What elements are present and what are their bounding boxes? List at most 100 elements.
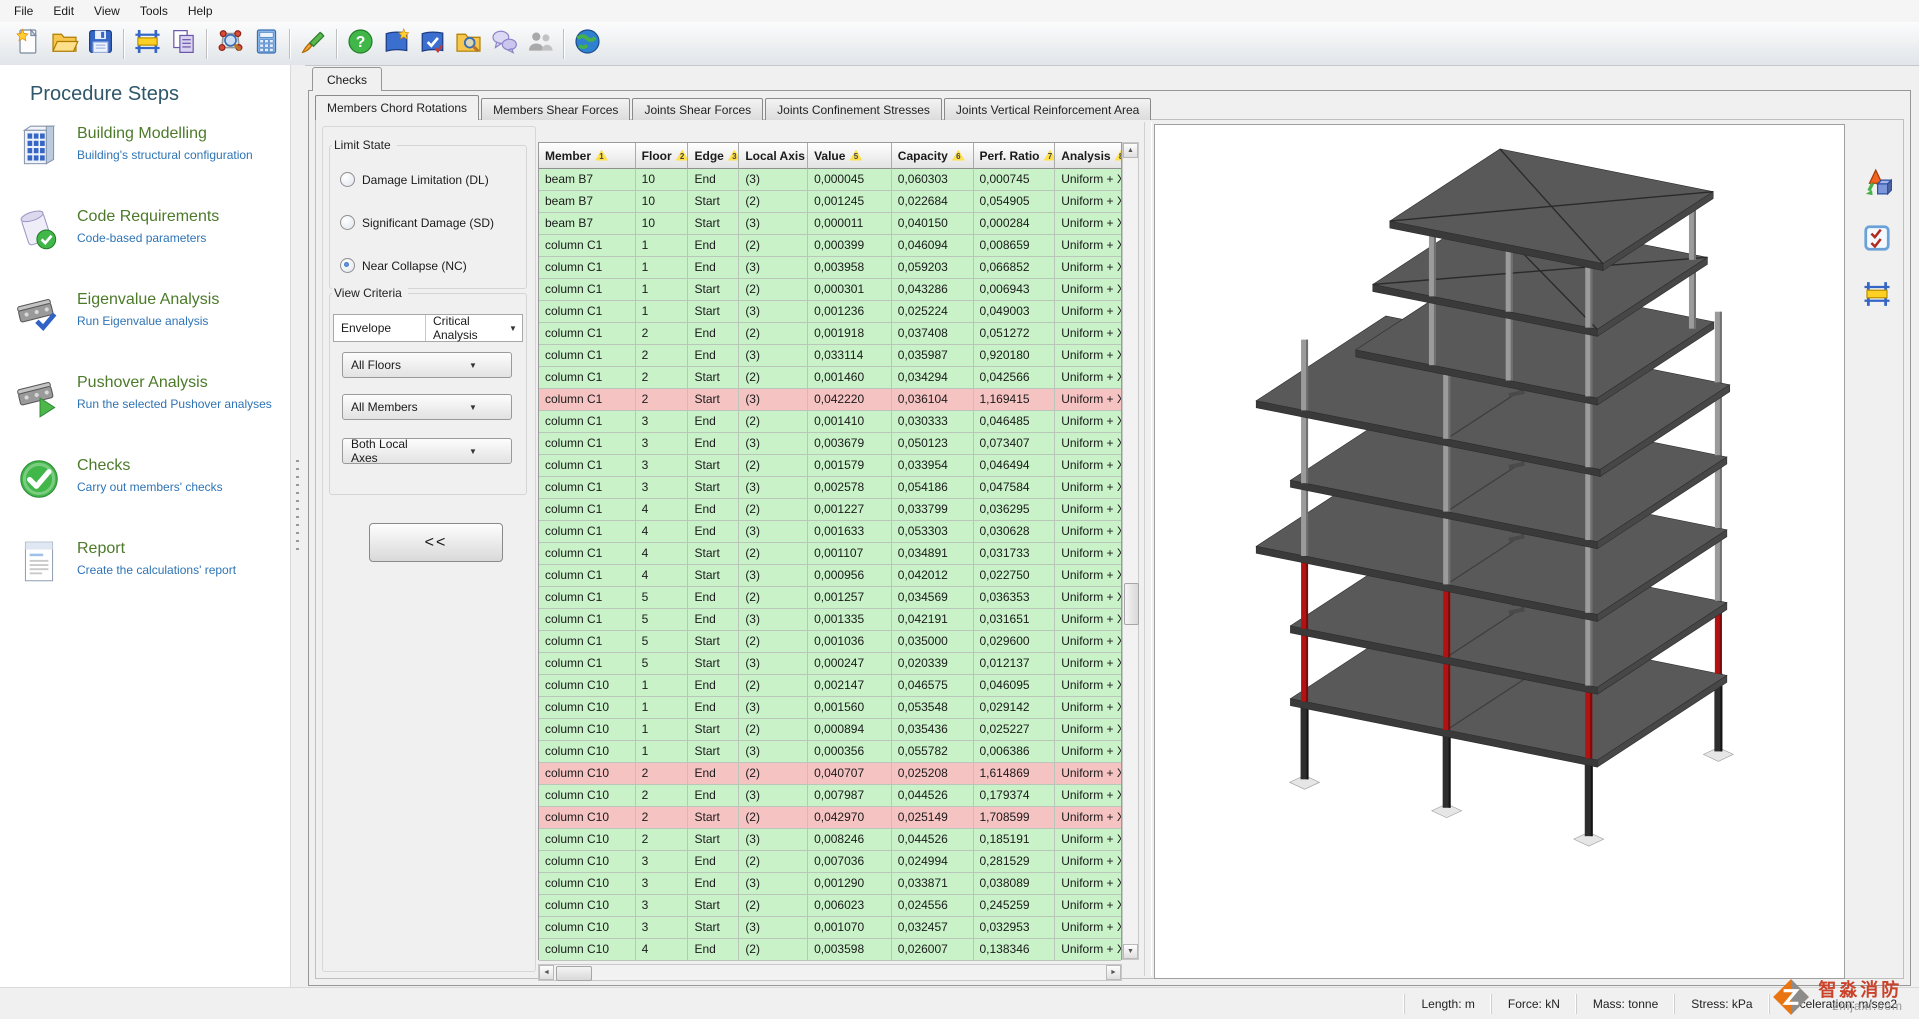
floors-dropdown[interactable]: All Floors ▼ xyxy=(342,352,512,378)
table-row[interactable]: column C10 2 Start (3) 0,008246 0,044526 0,185… xyxy=(539,829,1121,851)
column-header-value[interactable]: Value 5 xyxy=(808,143,892,169)
sidebar-item-code-requirements[interactable]: Code Requirements Code-based parameters xyxy=(14,205,290,255)
table-row[interactable]: column C1 2 Start (2) 0,001460 0,034294 0,0425… xyxy=(539,367,1121,389)
table-row[interactable]: beam B7 10 Start (2) 0,001245 0,022684 0,05490… xyxy=(539,191,1121,213)
table-row[interactable]: column C1 4 Start (3) 0,000956 0,042012 0,0227… xyxy=(539,565,1121,587)
table-row[interactable]: column C1 2 End (2) 0,001918 0,037408 0,051272… xyxy=(539,323,1121,345)
table-row[interactable]: column C10 1 End (3) 0,001560 0,053548 0,02914… xyxy=(539,697,1121,719)
table-row[interactable]: column C10 2 End (3) 0,007987 0,044526 0,17937… xyxy=(539,785,1121,807)
radio-significant-damage-sd[interactable]: Significant Damage (SD) xyxy=(340,215,494,230)
column-header-capacity[interactable]: Capacity 6 xyxy=(891,143,974,169)
building-member-button[interactable] xyxy=(129,26,165,62)
table-row[interactable]: column C1 1 End (3) 0,003958 0,059203 0,066852… xyxy=(539,257,1121,279)
table-row[interactable]: column C1 1 End (2) 0,000399 0,046094 0,008659… xyxy=(539,235,1121,257)
table-vertical-scrollbar[interactable]: ▲ ▼ xyxy=(1122,142,1139,960)
menu-view[interactable]: View xyxy=(84,1,130,21)
table-row[interactable]: column C10 1 End (2) 0,002147 0,046575 0,04609… xyxy=(539,675,1121,697)
sidebar-item-report[interactable]: Report Create the calculations' report xyxy=(14,537,290,587)
model-viewer-button[interactable] xyxy=(212,26,248,62)
tutorial-book-button[interactable] xyxy=(378,26,414,62)
subtab-joints-vertical-reinforcement-area[interactable]: Joints Vertical Reinforcement Area xyxy=(943,98,1152,120)
table-row[interactable]: column C1 4 Start (2) 0,001107 0,034891 0,0317… xyxy=(539,543,1121,565)
menu-file[interactable]: File xyxy=(4,1,43,21)
envelope-analysis-combo[interactable]: Envelope Critical Analysis ▼ xyxy=(333,314,523,342)
report-pages-button[interactable] xyxy=(165,26,201,62)
radio-near-collapse-nc[interactable]: Near Collapse (NC) xyxy=(340,258,467,273)
table-row[interactable]: column C1 4 End (2) 0,001227 0,033799 0,036295… xyxy=(539,499,1121,521)
collapse-panel-button[interactable]: << xyxy=(369,523,503,562)
table-row[interactable]: column C10 1 Start (2) 0,000894 0,035436 0,025… xyxy=(539,719,1121,741)
column-header-member[interactable]: Member 1 xyxy=(539,143,636,169)
axes-dropdown[interactable]: Both Local Axes ▼ xyxy=(342,437,512,465)
column-header-edge[interactable]: Edge 3 xyxy=(688,143,740,169)
user-manual-button[interactable] xyxy=(414,26,450,62)
menu-edit[interactable]: Edit xyxy=(43,1,84,21)
model-3d-viewport[interactable] xyxy=(1154,124,1845,979)
table-row[interactable]: column C10 1 Start (3) 0,000356 0,055782 0,006… xyxy=(539,741,1121,763)
viewer-splitter[interactable] xyxy=(1144,122,1152,976)
tab-checks[interactable]: Checks xyxy=(312,67,383,91)
sidebar-item-pushover-analysis[interactable]: Pushover Analysis Run the selected Pushov… xyxy=(14,371,290,421)
horizontal-scroll-thumb[interactable] xyxy=(556,966,592,981)
table-row[interactable]: column C1 3 Start (3) 0,002578 0,054186 0,0475… xyxy=(539,477,1121,499)
subtab-joints-confinement-stresses[interactable]: Joints Confinement Stresses xyxy=(765,98,942,120)
sidebar-item-checks[interactable]: Checks Carry out members' checks xyxy=(14,454,290,504)
new-document-button[interactable] xyxy=(10,26,46,62)
member-view-button[interactable] xyxy=(1859,278,1895,314)
table-row[interactable]: column C1 1 Start (2) 0,000301 0,043286 0,0069… xyxy=(539,279,1121,301)
calculator-button[interactable] xyxy=(248,26,284,62)
column-header-analysis[interactable]: Analysis 8 xyxy=(1055,143,1121,169)
community-button[interactable] xyxy=(522,26,558,62)
subtab-members-shear-forces[interactable]: Members Shear Forces xyxy=(481,98,631,120)
table-row[interactable]: column C10 4 End (2) 0,003598 0,026007 0,13834… xyxy=(539,939,1121,961)
table-horizontal-scrollbar[interactable]: ◄ ► xyxy=(538,964,1122,981)
scroll-right-arrow[interactable]: ► xyxy=(1106,965,1121,980)
column-header-local-axis[interactable]: Local Axis4 xyxy=(739,143,809,169)
example-search-button[interactable] xyxy=(450,26,486,62)
table-row[interactable]: column C1 2 Start (3) 0,042220 0,036104 1,1694… xyxy=(539,389,1121,411)
menu-help[interactable]: Help xyxy=(178,1,223,21)
scroll-down-arrow[interactable]: ▼ xyxy=(1123,944,1138,959)
radio-damage-limitation-dl[interactable]: Damage Limitation (DL) xyxy=(340,172,489,187)
feedback-button[interactable] xyxy=(486,26,522,62)
table-row[interactable]: column C10 3 End (3) 0,001290 0,033871 0,03808… xyxy=(539,873,1121,895)
table-row[interactable]: beam B7 10 Start (3) 0,000011 0,040150 0,00028… xyxy=(539,213,1121,235)
table-row[interactable]: column C10 3 Start (2) 0,006023 0,024556 0,245… xyxy=(539,895,1121,917)
members-dropdown[interactable]: All Members ▼ xyxy=(342,394,512,420)
scroll-left-arrow[interactable]: ◄ xyxy=(539,965,554,980)
scroll-up-arrow[interactable]: ▲ xyxy=(1123,143,1138,158)
table-row[interactable]: column C1 5 End (2) 0,001257 0,034569 0,036353… xyxy=(539,587,1121,609)
subtab-members-chord-rotations[interactable]: Members Chord Rotations xyxy=(315,95,480,120)
table-row[interactable]: beam B7 10 End (3) 0,000045 0,060303 0,000745 U… xyxy=(539,169,1121,191)
chevron-down-icon[interactable]: ▼ xyxy=(504,324,522,333)
table-row[interactable]: column C1 1 Start (3) 0,001236 0,025224 0,0490… xyxy=(539,301,1121,323)
table-row[interactable]: column C10 3 End (2) 0,007036 0,024994 0,28152… xyxy=(539,851,1121,873)
table-row[interactable]: column C1 5 Start (2) 0,001036 0,035000 0,0296… xyxy=(539,631,1121,653)
sidebar-item-building-modelling[interactable]: Building Modelling Building's structural … xyxy=(14,122,290,172)
website-button[interactable] xyxy=(569,26,605,62)
table-row[interactable]: column C1 3 End (2) 0,001410 0,030333 0,046485… xyxy=(539,411,1121,433)
sidebar-splitter[interactable] xyxy=(290,65,305,988)
checks-view-button[interactable] xyxy=(1859,222,1895,258)
menu-tools[interactable]: Tools xyxy=(130,1,178,21)
table-row[interactable]: column C1 3 End (3) 0,003679 0,050123 0,073407… xyxy=(539,433,1121,455)
subtab-joints-shear-forces[interactable]: Joints Shear Forces xyxy=(632,98,764,120)
column-header-perf-ratio[interactable]: Perf. Ratio 7 xyxy=(973,143,1056,169)
cell-axis: (3) xyxy=(739,213,809,235)
table-row[interactable]: column C1 2 End (3) 0,033114 0,035987 0,920180… xyxy=(539,345,1121,367)
sidebar-item-eigenvalue-analysis[interactable]: Eigenvalue Analysis Run Eigenvalue analys… xyxy=(14,288,290,338)
table-row[interactable]: column C1 5 Start (3) 0,000247 0,020339 0,0121… xyxy=(539,653,1121,675)
help-button[interactable]: ? xyxy=(342,26,378,62)
table-row[interactable]: column C10 2 Start (2) 0,042970 0,025149 1,708… xyxy=(539,807,1121,829)
save-project-button[interactable] xyxy=(82,26,118,62)
column-header-floor[interactable]: Floor 2 xyxy=(635,143,689,169)
vertical-scroll-thumb[interactable] xyxy=(1124,583,1139,625)
open-project-button[interactable] xyxy=(46,26,82,62)
table-row[interactable]: column C10 2 End (2) 0,040707 0,025208 1,61486… xyxy=(539,763,1121,785)
table-row[interactable]: column C1 4 End (3) 0,001633 0,053303 0,030628… xyxy=(539,521,1121,543)
table-row[interactable]: column C1 5 End (3) 0,001335 0,042191 0,031651… xyxy=(539,609,1121,631)
table-row[interactable]: column C1 3 Start (2) 0,001579 0,033954 0,0464… xyxy=(539,455,1121,477)
style-brush-button[interactable] xyxy=(295,26,331,62)
table-row[interactable]: column C10 3 Start (3) 0,001070 0,032457 0,032… xyxy=(539,917,1121,939)
orientation-button[interactable] xyxy=(1859,166,1895,202)
